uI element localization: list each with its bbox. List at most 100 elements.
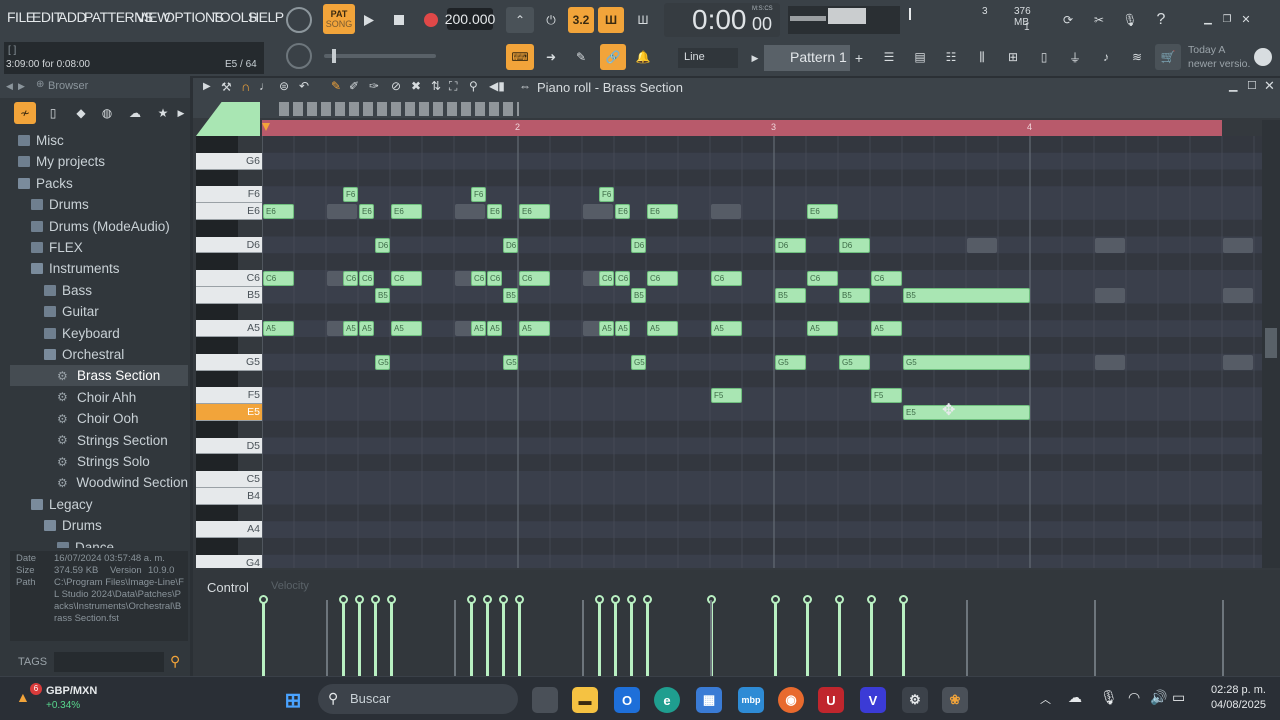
- velocity-bar[interactable]: [374, 600, 377, 676]
- note[interactable]: D6: [839, 237, 870, 253]
- velocity-bar[interactable]: [518, 600, 521, 676]
- typing-keyboard-button[interactable]: ⌨: [506, 44, 534, 70]
- taskbar-search[interactable]: ⚲ Buscar: [318, 684, 518, 714]
- note[interactable]: A5: [487, 321, 502, 337]
- note[interactable]: D6: [375, 237, 390, 253]
- arrow-left-icon[interactable]: ◀: [6, 81, 13, 92]
- browser-item[interactable]: Drums (ModeAudio): [10, 216, 188, 237]
- note[interactable]: E5: [903, 405, 1030, 420]
- delete-tool-icon[interactable]: ⊘: [391, 79, 401, 93]
- black-key[interactable]: [196, 538, 238, 555]
- note[interactable]: D6: [503, 237, 518, 253]
- velocity-bar[interactable]: [262, 600, 265, 676]
- velocity-bar[interactable]: [646, 600, 649, 676]
- browser-item[interactable]: Bass: [10, 280, 188, 301]
- black-key[interactable]: [196, 169, 238, 187]
- menu-arrow-icon[interactable]: ▶: [203, 81, 211, 92]
- master-pitch-knob[interactable]: [286, 43, 312, 69]
- note[interactable]: B5: [503, 287, 518, 303]
- browser-item[interactable]: ⚙ Woodwind Section: [10, 472, 188, 493]
- files-filter-button[interactable]: ▯: [42, 102, 64, 124]
- undo-history-button[interactable]: ⟳: [1056, 7, 1080, 33]
- browser-item[interactable]: Legacy: [10, 494, 188, 515]
- note[interactable]: A5: [263, 321, 294, 337]
- time-display[interactable]: 0:00 00 M:S:CS: [664, 3, 780, 37]
- favorites-filter-button[interactable]: ★: [152, 102, 174, 124]
- black-key[interactable]: [196, 253, 238, 270]
- master-volume-slider[interactable]: [324, 49, 436, 63]
- velocity-handle[interactable]: [899, 595, 908, 604]
- browser-item[interactable]: Guitar: [10, 301, 188, 322]
- velocity-lane[interactable]: [259, 592, 1262, 676]
- note[interactable]: C6: [487, 271, 502, 286]
- note[interactable]: G5: [903, 354, 1030, 370]
- browser-item[interactable]: ⚙ Brass Section: [10, 365, 188, 387]
- step-edit-button[interactable]: ➜: [538, 44, 564, 70]
- browser-next-button[interactable]: ▶: [174, 102, 188, 124]
- note[interactable]: E6: [519, 204, 550, 219]
- velocity-bar[interactable]: [598, 600, 601, 676]
- pencil-mode-button[interactable]: ✎: [568, 44, 594, 70]
- velocity-handle[interactable]: [339, 595, 348, 604]
- note[interactable]: A5: [343, 321, 358, 337]
- note[interactable]: A5: [647, 321, 678, 337]
- wrench-icon[interactable]: ⚒: [221, 80, 232, 94]
- black-key[interactable]: [196, 504, 238, 522]
- record-button[interactable]: [418, 7, 444, 33]
- online-filter-button[interactable]: ◍: [96, 102, 118, 124]
- plugins-filter-button[interactable]: ◆: [70, 102, 92, 124]
- velocity-bar[interactable]: [486, 600, 489, 676]
- mcafee-icon[interactable]: U: [818, 687, 844, 713]
- velocity-handle[interactable]: [515, 595, 524, 604]
- piano-keyboard[interactable]: G6 F6 E6 D6 C6 B5 A5 G5 F5 E5 D5 C5 B4 A4 G4: [196, 136, 262, 568]
- browser-item[interactable]: ⚙ Strings Section: [10, 430, 188, 451]
- note[interactable]: A5: [807, 321, 838, 337]
- velocity-handle[interactable]: [771, 595, 780, 604]
- settings-icon[interactable]: ⚙: [902, 687, 928, 713]
- minimize-button[interactable]: ▁: [1200, 11, 1216, 27]
- mute-tool-icon[interactable]: ✖: [411, 79, 421, 93]
- velocity-handle[interactable]: [835, 595, 844, 604]
- note[interactable]: G5: [839, 354, 870, 370]
- browser-item[interactable]: Orchestral: [10, 344, 188, 365]
- piano-roll-button[interactable]: ▤: [907, 44, 933, 70]
- black-key[interactable]: [196, 454, 238, 471]
- note[interactable]: B5: [903, 287, 1030, 303]
- chord-stamps-strip[interactable]: [279, 102, 519, 116]
- note[interactable]: C6: [871, 271, 902, 286]
- note[interactable]: F6: [599, 187, 614, 203]
- note[interactable]: A5: [519, 321, 550, 337]
- news-panel[interactable]: Today A newer versio.: [1188, 43, 1252, 73]
- countdown-button[interactable]: 🔔: [630, 44, 656, 70]
- note[interactable]: C6: [807, 271, 838, 286]
- velocity-bar[interactable]: [838, 600, 841, 676]
- sounds-button[interactable]: ≋: [1124, 44, 1150, 70]
- velocity-handle[interactable]: [611, 595, 620, 604]
- note[interactable]: F6: [343, 187, 358, 203]
- note[interactable]: C6: [359, 271, 374, 286]
- browser-item[interactable]: Keyboard: [10, 323, 188, 344]
- pattern-prev-button[interactable]: ▶: [748, 46, 762, 70]
- vertical-scrollbar[interactable]: [1262, 120, 1280, 568]
- browser-item[interactable]: Drums: [10, 194, 188, 215]
- v-app-icon[interactable]: V: [860, 687, 886, 713]
- black-key[interactable]: [196, 337, 238, 354]
- velocity-handle[interactable]: [371, 595, 380, 604]
- play-button[interactable]: [357, 7, 381, 33]
- velocity-handle[interactable]: [499, 595, 508, 604]
- chrome-icon[interactable]: ◉: [778, 687, 804, 713]
- edge-icon[interactable]: e: [654, 687, 680, 713]
- cut-tool-button[interactable]: ✂: [1087, 7, 1111, 33]
- note[interactable]: E6: [807, 204, 838, 219]
- mixer-button[interactable]: ⫼: [969, 44, 995, 70]
- tempo-display[interactable]: 200.000: [445, 8, 495, 30]
- playlist-button[interactable]: ☰: [876, 44, 902, 70]
- note[interactable]: A5: [599, 321, 614, 337]
- file-explorer-icon[interactable]: ▬: [572, 687, 598, 713]
- velocity-bar[interactable]: [470, 600, 473, 676]
- volume-icon[interactable]: 🔊: [1150, 689, 1167, 706]
- battery-icon[interactable]: ▭: [1172, 689, 1185, 706]
- minimize-icon[interactable]: ▁: [1229, 79, 1237, 92]
- cloud-icon[interactable]: ☁: [1068, 689, 1082, 706]
- magnet-icon[interactable]: ∩: [241, 79, 250, 94]
